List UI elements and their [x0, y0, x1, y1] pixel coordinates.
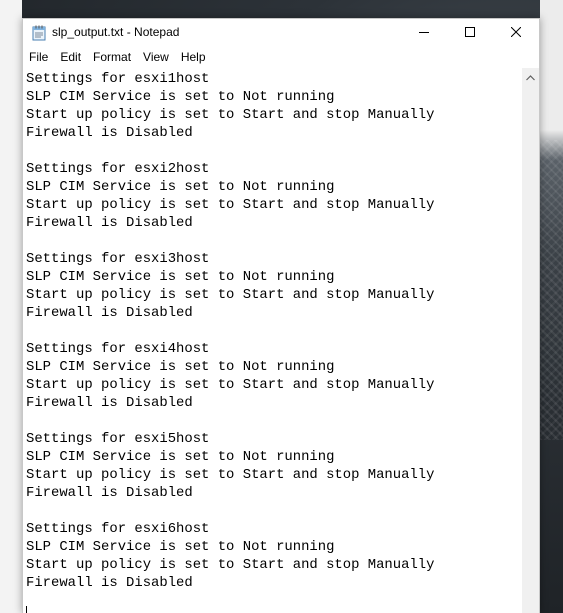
menu-view[interactable]: View — [137, 48, 175, 67]
maximize-button[interactable] — [447, 19, 493, 47]
menu-bar: File Edit Format View Help — [23, 48, 539, 67]
scroll-up-arrow-icon — [526, 68, 535, 86]
menu-help[interactable]: Help — [175, 48, 212, 67]
editor-content[interactable]: Settings for esxi1host SLP CIM Service i… — [26, 70, 434, 592]
scroll-up-button[interactable] — [522, 68, 539, 85]
desktop-texture — [540, 140, 563, 440]
vertical-scrollbar[interactable] — [522, 68, 539, 613]
minimize-button[interactable] — [401, 19, 447, 47]
title-bar[interactable]: slp_output.txt - Notepad — [23, 19, 539, 47]
maximize-icon — [465, 24, 475, 42]
text-caret — [26, 606, 27, 613]
text-editor[interactable]: Settings for esxi1host SLP CIM Service i… — [23, 68, 522, 613]
minimize-icon — [419, 24, 429, 42]
notepad-icon[interactable] — [32, 25, 46, 41]
menu-edit[interactable]: Edit — [54, 48, 87, 67]
desktop-background-right — [540, 0, 563, 613]
desktop-background-left — [0, 0, 22, 613]
close-button[interactable] — [493, 19, 539, 47]
window-title: slp_output.txt - Notepad — [52, 25, 180, 39]
close-icon — [510, 24, 522, 42]
menu-file[interactable]: File — [23, 48, 54, 67]
notepad-window: slp_output.txt - Notepad File Edit Forma… — [22, 18, 540, 613]
menu-format[interactable]: Format — [87, 48, 137, 67]
